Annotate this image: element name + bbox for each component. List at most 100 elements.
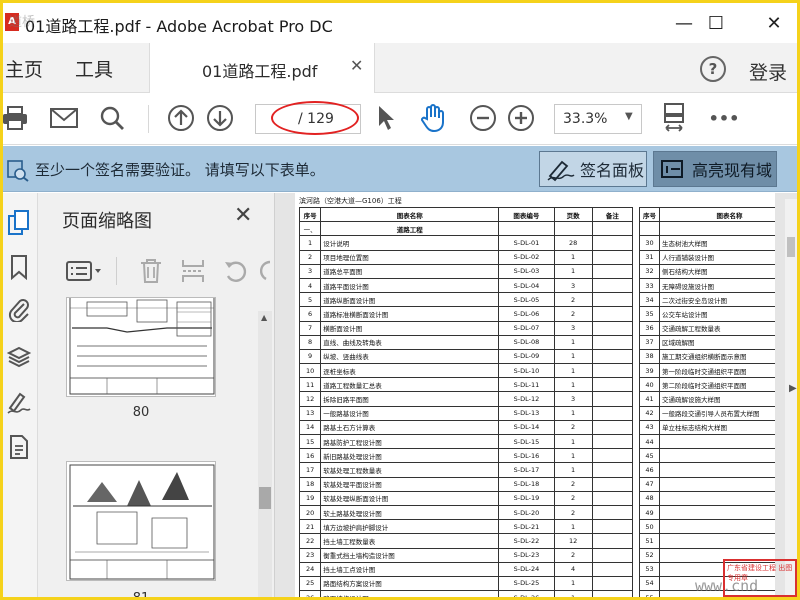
- column-header: 图表名称: [659, 206, 775, 223]
- table-cell: 2: [298, 249, 322, 265]
- column-header: 序号: [298, 206, 322, 223]
- table-row: 49: [639, 504, 775, 521]
- table-cell: [591, 377, 634, 393]
- zoom-select[interactable]: 33.3% ▼: [554, 104, 642, 134]
- fit-page-icon[interactable]: [659, 103, 689, 133]
- highlight-fields-button[interactable]: 高亮现有域: [653, 151, 777, 187]
- table-cell: [591, 476, 634, 492]
- table-row: 21 填方边坡护肩护脚设计 S-DL-21 1: [298, 519, 634, 535]
- bookmark-icon[interactable]: [5, 253, 33, 281]
- toolbar-separator: [148, 105, 149, 133]
- title-bar: A 01道路工程.pdf - Adobe Acrobat Pro DC — ☐ …: [3, 3, 797, 43]
- thumbnails-panel-title: 页面缩略图: [62, 211, 152, 232]
- table-cell: 4: [553, 561, 593, 577]
- table-cell: 26: [298, 590, 322, 597]
- table-cell: S-DL-25: [498, 575, 555, 592]
- table-cell: 1: [553, 462, 593, 478]
- table-cell: 31: [639, 249, 660, 265]
- scroll-up-icon[interactable]: ▲: [261, 313, 267, 322]
- table-cell: S-DL-15: [498, 433, 555, 450]
- document-scrollbar-thumb[interactable]: [787, 237, 795, 257]
- table-cell: 2: [553, 306, 593, 322]
- close-panel-icon[interactable]: ✕: [234, 203, 252, 228]
- table-cell: 11: [298, 377, 322, 393]
- close-window-button[interactable]: ✕: [751, 3, 797, 43]
- table-cell: [659, 433, 775, 450]
- document-scrollbar[interactable]: [785, 199, 797, 597]
- table-cell: 16: [298, 448, 322, 464]
- signature-panel-button[interactable]: 签名面板: [539, 151, 647, 187]
- expand-right-panel-icon[interactable]: ▶: [789, 383, 797, 394]
- table-cell: 软基处理平面设计图: [320, 476, 500, 492]
- table-row: 14 路基土石方计算表 S-DL-14 2: [298, 419, 634, 436]
- tab-document[interactable]: 01道路工程.pdf ✕: [149, 43, 375, 93]
- table-cell: 32: [639, 263, 660, 279]
- thumbnail-page[interactable]: [66, 297, 216, 397]
- table-cell: 一般路基设计图: [320, 405, 500, 421]
- table-row: 19 软基处理纵断面设计图 S-DL-19 2: [298, 490, 634, 506]
- table-row: 17 软基处理工程数量表 S-DL-17 1: [298, 462, 634, 478]
- document-header-text: 滨河路（空港大道—G106）工程: [299, 197, 402, 205]
- table-cell: [591, 320, 634, 336]
- hand-tool-icon[interactable]: [418, 103, 448, 133]
- login-button[interactable]: 登录: [749, 58, 787, 85]
- maximize-button[interactable]: ☐: [693, 3, 739, 43]
- table-cell: 1: [553, 249, 593, 265]
- page-up-icon[interactable]: [166, 103, 196, 133]
- insert-page-icon[interactable]: [180, 257, 206, 289]
- table-cell: S-DL-17: [498, 462, 555, 478]
- table-row: 26路面结构设计图S-DL-261: [298, 590, 634, 597]
- tab-bar: 主页 工具 01道路工程.pdf ✕ ? 登录: [3, 43, 797, 93]
- table-cell: 23: [298, 547, 322, 563]
- table-cell: S-DL-19: [498, 490, 555, 506]
- table-cell: [659, 476, 775, 492]
- table-cell: 45: [639, 448, 660, 464]
- delete-page-icon[interactable]: [138, 257, 164, 289]
- table-cell: 2: [553, 504, 593, 521]
- table-cell: 设计说明: [320, 235, 500, 251]
- tab-home[interactable]: 主页: [5, 55, 43, 82]
- table-cell: 42: [639, 405, 660, 421]
- table-cell: 单立柱标志结构大样图: [659, 419, 775, 436]
- layers-icon[interactable]: [5, 343, 33, 371]
- table-row: 48: [639, 490, 775, 506]
- column-header: 页数: [553, 206, 593, 223]
- table-row: 40 第二阶段临时交通组织平面图: [639, 377, 775, 393]
- rotate-left-icon[interactable]: [222, 257, 250, 289]
- print-icon[interactable]: [3, 103, 31, 133]
- more-icon[interactable]: •••: [709, 103, 740, 133]
- help-icon[interactable]: ?: [700, 56, 726, 82]
- attachment-icon[interactable]: [5, 295, 33, 323]
- table-cell: 路面结构方案设计图: [320, 575, 500, 592]
- table-cell: 1: [553, 377, 593, 393]
- thumbnail-scrollbar-thumb[interactable]: [259, 487, 271, 509]
- search-icon[interactable]: [97, 103, 127, 133]
- table-row: 37 区域疏解图: [639, 334, 775, 350]
- drawing-index-table-left: 序号 图表名称 图表编号 页数 备注 一、 道路工程 1 设计说明 S-DL-01 28 2 项目地理位…: [298, 206, 634, 597]
- thumbnail-page[interactable]: [66, 461, 216, 581]
- table-cell: 2: [553, 476, 593, 492]
- page-thumbnails-icon[interactable]: [5, 209, 33, 237]
- table-cell: S-DL-26: [498, 590, 555, 597]
- rotate-right-icon[interactable]: [259, 257, 274, 289]
- table-row: 18 软基处理平面设计图 S-DL-18 2: [298, 476, 634, 492]
- zoom-out-icon[interactable]: [468, 103, 498, 133]
- tab-tools[interactable]: 工具: [75, 55, 113, 82]
- table-row: 12 拆除旧路平面图 S-DL-12 3: [298, 391, 634, 407]
- table-cell: [591, 405, 634, 421]
- zoom-in-icon[interactable]: [506, 103, 536, 133]
- table-row: 38 施工期交通组织横断面示意图: [639, 348, 775, 365]
- document-icon[interactable]: [5, 433, 33, 461]
- select-cursor-icon[interactable]: [371, 103, 401, 133]
- close-tab-icon[interactable]: ✕: [350, 56, 363, 75]
- table-cell: 直线、曲线及转角表: [320, 334, 500, 350]
- signatures-icon[interactable]: [5, 389, 33, 417]
- table-cell: 2: [553, 547, 593, 563]
- document-view[interactable]: 滨河路（空港大道—G106）工程 序号 图表名称 图表编号 页数 备注 一、 道路工程 1 设计…: [275, 193, 797, 597]
- document-tab-label: 01道路工程.pdf: [202, 62, 318, 81]
- thumbnail-options-icon[interactable]: [66, 259, 104, 287]
- email-icon[interactable]: [49, 103, 79, 133]
- thumbnail-scrollbar[interactable]: ▲: [258, 311, 272, 597]
- page-down-icon[interactable]: [205, 103, 235, 133]
- table-row: 23 衡重式挡土墙构造设计图 S-DL-23 2: [298, 547, 634, 563]
